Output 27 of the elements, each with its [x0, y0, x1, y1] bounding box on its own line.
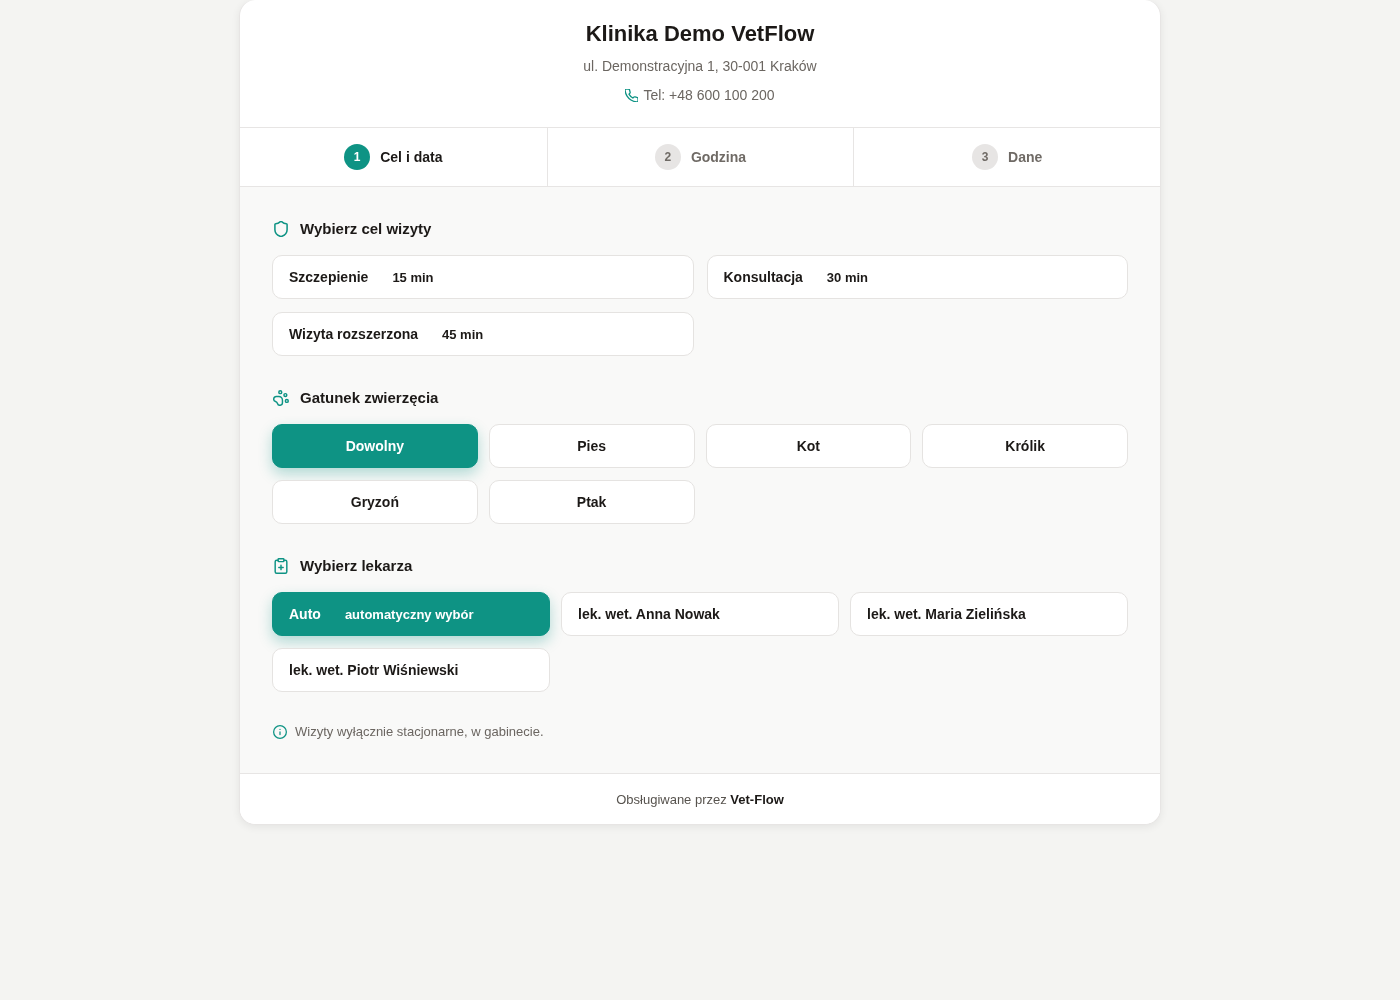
species-option[interactable]: Pies — [488, 424, 695, 468]
doctor-option[interactable]: lek. wet. Maria Zielińska — [850, 592, 1128, 636]
clipboard-plus-icon — [273, 558, 289, 574]
species-option[interactable]: Królik — [922, 424, 1128, 468]
section-title: Wybierz cel wizyty — [300, 219, 432, 239]
doctor-option[interactable]: Auto automatyczny wybór — [272, 592, 550, 636]
doctor-option[interactable]: lek. wet. Piotr Wiśniewski — [272, 648, 550, 692]
info-icon — [273, 725, 287, 739]
clinic-name: Klinika Demo VetFlow — [584, 20, 816, 48]
species-option[interactable]: Gryzoń — [272, 480, 478, 524]
visit-type-option[interactable]: Wizyta rozszerzona 45 min — [272, 312, 694, 356]
section-title: Gatunek zwierzęcia — [300, 388, 439, 408]
species-option[interactable]: Dowolny — [272, 424, 478, 468]
phone-icon — [625, 88, 639, 102]
visit-type-option[interactable]: Konsultacja 30 min — [706, 255, 1128, 299]
doctor-option[interactable]: lek. wet. Anna Nowak — [561, 592, 839, 636]
species-option[interactable]: Ptak — [488, 480, 695, 524]
species-option[interactable]: Kot — [705, 424, 912, 468]
clinic-phone: Tel: +48 600 100 200 — [643, 86, 775, 105]
visit-type-option[interactable]: Szczepienie 15 min — [272, 255, 694, 299]
section-title: Wybierz lekarza — [300, 556, 413, 576]
paw-icon — [273, 390, 289, 406]
notice-text: Wizyty wyłącznie stacjonarne, w gabinecie. — [295, 724, 544, 740]
clinic-address: ul. Demonstracyjna 1, 30-001 Kraków — [582, 57, 818, 76]
footer-credit: Obsługiwane przez Vet-Flow — [616, 791, 784, 807]
shield-icon — [273, 221, 289, 237]
step-tab[interactable]: 3 Dane — [853, 128, 1160, 186]
